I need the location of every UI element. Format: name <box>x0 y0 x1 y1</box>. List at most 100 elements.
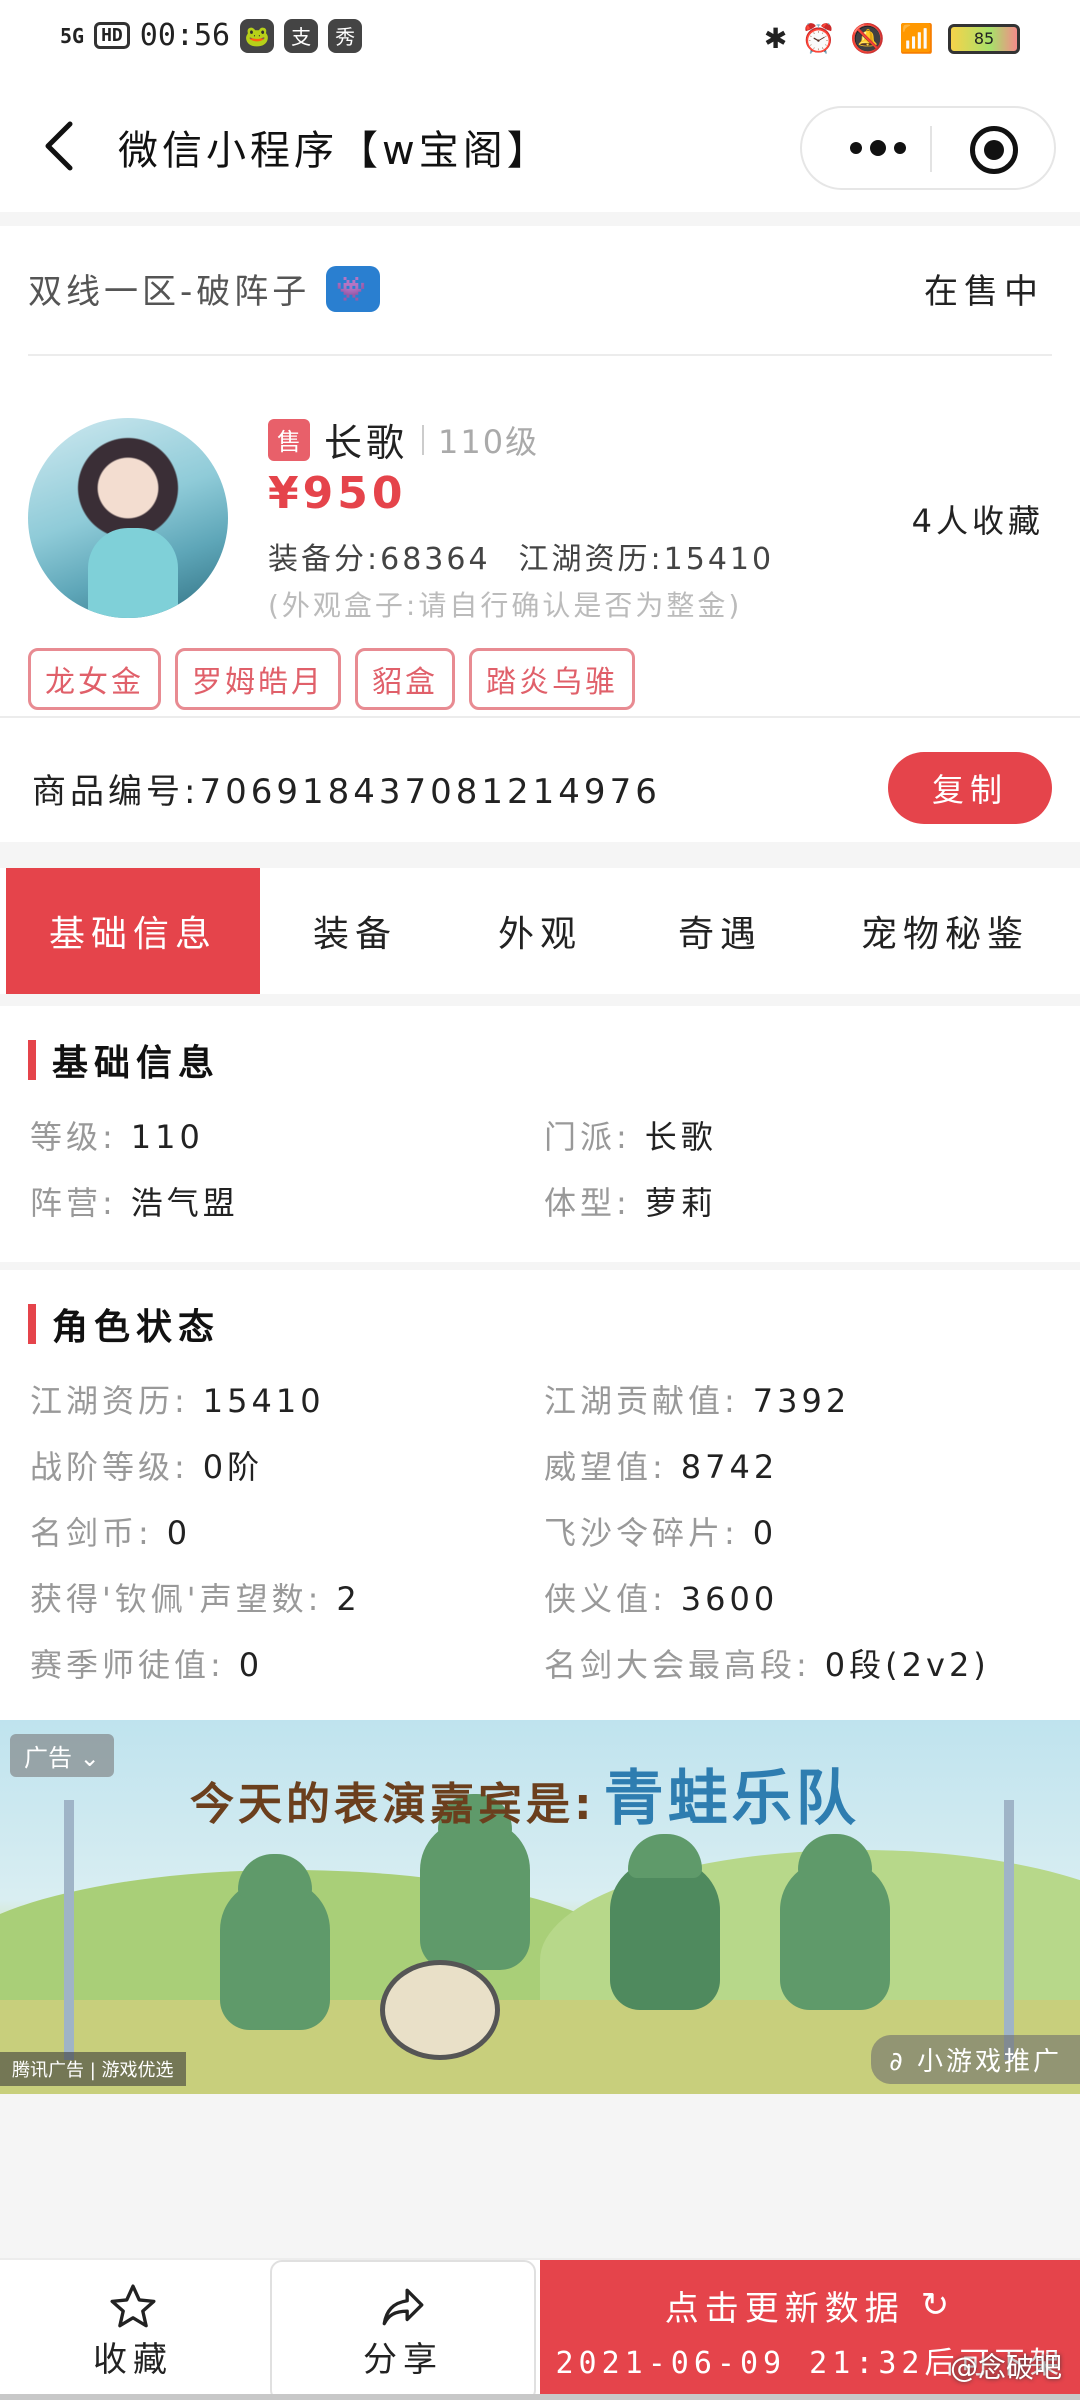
wifi-icon: 📶 <box>899 22 934 55</box>
favorite-button[interactable]: 收藏 <box>0 2260 266 2400</box>
server-row: 双线一区-破阵子 👾 <box>28 264 381 313</box>
copy-button[interactable]: 复制 <box>888 752 1052 824</box>
ad-title-prefix: 今天的表演嘉宾是: <box>190 1779 596 1830</box>
frog-guitarist <box>780 1834 890 2010</box>
info-key: 门派: <box>544 1118 631 1156</box>
info-key: 等级: <box>30 1118 117 1156</box>
divider <box>28 354 1052 356</box>
status-key: 名剑币: <box>30 1514 153 1552</box>
minigame-promo[interactable]: ∂ 小游戏推广 <box>871 2035 1080 2084</box>
tab-basic-info[interactable]: 基础信息 <box>6 868 260 994</box>
more-icon[interactable] <box>838 128 918 168</box>
refresh-icon: ↻ <box>920 2285 956 2325</box>
info-key: 阵营: <box>30 1184 117 1222</box>
status-item: 获得'钦佩'声望数: 2 <box>30 1574 361 1620</box>
role-name: 长歌 <box>324 421 409 465</box>
status-value: 8742 <box>680 1448 779 1486</box>
status-item: 江湖资历: 15410 <box>30 1376 325 1422</box>
back-icon[interactable] <box>40 120 80 172</box>
status-value: 0 <box>238 1646 264 1684</box>
ad-title: 今天的表演嘉宾是: 青蛙乐队 <box>190 1750 860 1837</box>
status-item: 名剑币: 0 <box>30 1508 191 1554</box>
status-value: 0阶 <box>202 1448 264 1486</box>
section-title: 基础信息 <box>28 1034 220 1086</box>
close-miniprogram-icon[interactable] <box>970 126 1018 174</box>
tag: 罗姆皓月 <box>175 648 341 710</box>
status-value: 0 <box>166 1514 192 1552</box>
info-value: 萝莉 <box>644 1184 717 1222</box>
status-value: 3600 <box>680 1580 779 1618</box>
role-line: 售 长歌 110级 <box>268 412 539 467</box>
role-status-section: 角色状态 江湖资历: 15410 江湖贡献值: 7392 战阶等级: 0阶 威望值: 8… <box>0 1270 1080 1720</box>
tab-bar: 基础信息 装备 外观 奇遇 宠物秘鉴 <box>0 868 1080 994</box>
share-icon <box>382 2288 424 2325</box>
info-value: 110 <box>130 1118 204 1156</box>
product-id: 商品编号:7069184370812149​76 <box>32 772 661 812</box>
tab-appearance[interactable]: 外观 <box>450 868 630 994</box>
role-level: 110级 <box>438 422 540 461</box>
share-label: 分享 <box>363 2339 443 2380</box>
status-key: 赛季师徒值: <box>30 1646 225 1684</box>
separator <box>422 424 425 455</box>
minigame-promo-label: 小游戏推广 <box>916 2047 1062 2077</box>
watermark: @念破吧 <box>949 2351 1062 2384</box>
ad-banner[interactable]: 广告 ⌄ 今天的表演嘉宾是: 青蛙乐队 腾讯广告 | 游戏优选 ∂ 小游戏推广 <box>0 1720 1080 2094</box>
status-item: 威望值: 8742 <box>544 1442 778 1488</box>
status-item: 名剑大会最高段: 0段(2v2) <box>544 1640 990 1686</box>
tab-pet[interactable]: 宠物秘鉴 <box>810 868 1080 994</box>
info-item: 体型: 萝莉 <box>544 1178 717 1224</box>
tag: 貂盒 <box>355 648 455 710</box>
role-stats: 装备分:68364 江湖资历:15410 <box>268 534 774 578</box>
status-key: 飞沙令碎片: <box>544 1514 739 1552</box>
lamp-post <box>64 1800 74 2060</box>
tab-equipment[interactable]: 装备 <box>260 868 450 994</box>
status-value: 0 <box>752 1514 778 1552</box>
info-item: 门派: 长歌 <box>544 1112 717 1158</box>
status-item: 赛季师徒值: 0 <box>30 1640 263 1686</box>
info-key: 体型: <box>544 1184 631 1222</box>
server-badge-icon: 👾 <box>326 265 381 312</box>
hd-icon: HD <box>94 22 130 49</box>
status-value: 2 <box>336 1580 361 1618</box>
status-value: 7392 <box>752 1382 851 1420</box>
status-key: 名剑大会最高段: <box>544 1646 811 1684</box>
chevron-down-icon: ⌄ <box>79 1744 100 1772</box>
alipay-icon: 支 <box>284 18 319 53</box>
favorite-count: 4人收藏 <box>911 502 1044 540</box>
basic-info-section: 基础信息 等级: 110 门派: 长歌 阵营: 浩气盟 体型: 萝莉 <box>0 1006 1080 1262</box>
info-item: 阵营: 浩气盟 <box>30 1178 239 1224</box>
share-button[interactable]: 分享 <box>270 2260 536 2400</box>
signal-icon: 5G <box>60 23 85 48</box>
page-title: 微信小程序【w宝阁】 <box>118 128 551 174</box>
ad-title-highlight: 青蛙乐队 <box>603 1764 860 1834</box>
miniprogram-capsule <box>800 106 1056 190</box>
refresh-label: 点击更新数据 <box>664 2288 905 2329</box>
status-item: 侠义值: 3600 <box>544 1574 778 1620</box>
tag: 踏炎乌骓 <box>469 648 635 710</box>
bottom-action-bar: 收藏 分享 点击更新数据 ↻ 2021-06-09 21:32后可下架 @念破吧 <box>0 2258 1080 2400</box>
frog-guitarist <box>220 1854 330 2030</box>
lamp-post <box>1004 1800 1014 2060</box>
section-marker <box>28 1040 36 1080</box>
status-item: 江湖贡献值: 7392 <box>544 1376 850 1422</box>
xiu-icon: 秀 <box>328 18 363 53</box>
ad-label-text: 广告 <box>24 1744 72 1772</box>
battery-icon: 85 <box>948 23 1020 54</box>
divider <box>0 716 1080 718</box>
ad-source: 腾讯广告 | 游戏优选 <box>0 2052 186 2086</box>
frog-drummer <box>420 1794 530 1970</box>
mute-icon: 🔕 <box>850 22 886 55</box>
appearance-note: (外观盒子:请自行确认是否为整金) <box>268 589 743 622</box>
tag-list: 龙女金 罗姆皓月 貂盒 踏炎乌骓 <box>28 648 635 710</box>
status-item: 飞沙令碎片: 0 <box>544 1508 777 1554</box>
favorite-label: 收藏 <box>93 2339 173 2380</box>
tab-adventure[interactable]: 奇遇 <box>630 868 810 994</box>
info-item: 等级: 110 <box>30 1112 204 1158</box>
sale-status: 在售中 <box>924 272 1044 312</box>
capsule-divider <box>930 126 932 172</box>
status-key: 江湖资历: <box>30 1382 189 1420</box>
section-marker <box>28 1304 36 1344</box>
link-icon: ∂ <box>889 2047 906 2077</box>
ad-label[interactable]: 广告 ⌄ <box>10 1734 114 1777</box>
status-right: ✱ ⏰ 🔕 📶 85 <box>764 22 1020 55</box>
